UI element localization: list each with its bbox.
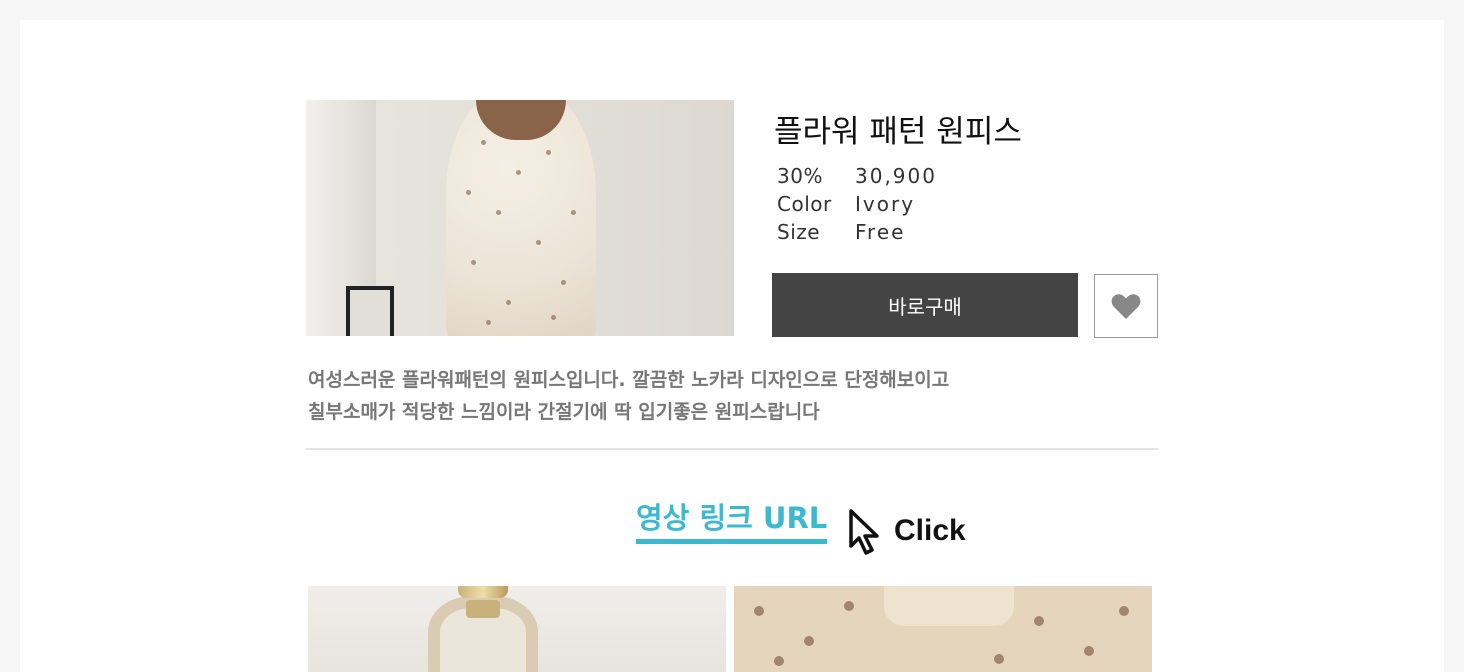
section-divider (306, 448, 1158, 450)
spec-discount: 30% 30,900 (777, 164, 937, 188)
heart-icon (1111, 294, 1141, 319)
flower-print (804, 636, 814, 646)
spec-label: 30% (777, 164, 823, 188)
dress-collar (884, 586, 1014, 626)
click-hint: Click (894, 514, 966, 547)
spec-value: 30,900 (855, 164, 937, 188)
spec-value: Ivory (855, 192, 916, 216)
spec-label: Size (777, 220, 821, 244)
description-line: 칠부소매가 적당한 느낌이라 간절기에 딱 입기좋은 원피스랍니다 (308, 401, 820, 423)
spec-size: Size Free (777, 220, 905, 244)
spec-label: Color (777, 192, 832, 216)
description-line: 여성스러운 플라워패턴의 원피스입니다. 깔끔한 노카라 디자인으로 단정해보이… (308, 369, 950, 391)
wishlist-button[interactable] (1094, 274, 1158, 338)
mouse-pointer-icon (849, 509, 879, 555)
flower-print (1119, 606, 1129, 616)
mannequin-cap (458, 586, 508, 598)
flower-print (994, 654, 1004, 664)
spec-value: Free (855, 220, 906, 244)
product-title: 플라워 패턴 원피스 (774, 114, 1022, 150)
flower-print (844, 601, 854, 611)
detail-image-mannequin (308, 586, 726, 672)
flower-print (1084, 646, 1094, 656)
product-page: 플라워 패턴 원피스 30% 30,900 Color Ivory Size Free… (20, 20, 1444, 672)
detail-image-fabric (734, 586, 1152, 672)
floral-pattern (306, 100, 734, 336)
video-link[interactable]: 영상 링크 URL (636, 495, 828, 544)
flower-print (1034, 616, 1044, 626)
flower-print (774, 656, 784, 666)
mannequin-torso (428, 596, 538, 672)
product-description: 여성스러운 플라워패턴의 원피스입니다. 깔끔한 노카라 디자인으로 단정해보이… (308, 364, 949, 428)
flower-print (754, 606, 764, 616)
buy-now-button[interactable]: 바로구매 (772, 273, 1078, 337)
product-main-image (306, 100, 734, 336)
spec-color: Color Ivory (777, 192, 915, 216)
